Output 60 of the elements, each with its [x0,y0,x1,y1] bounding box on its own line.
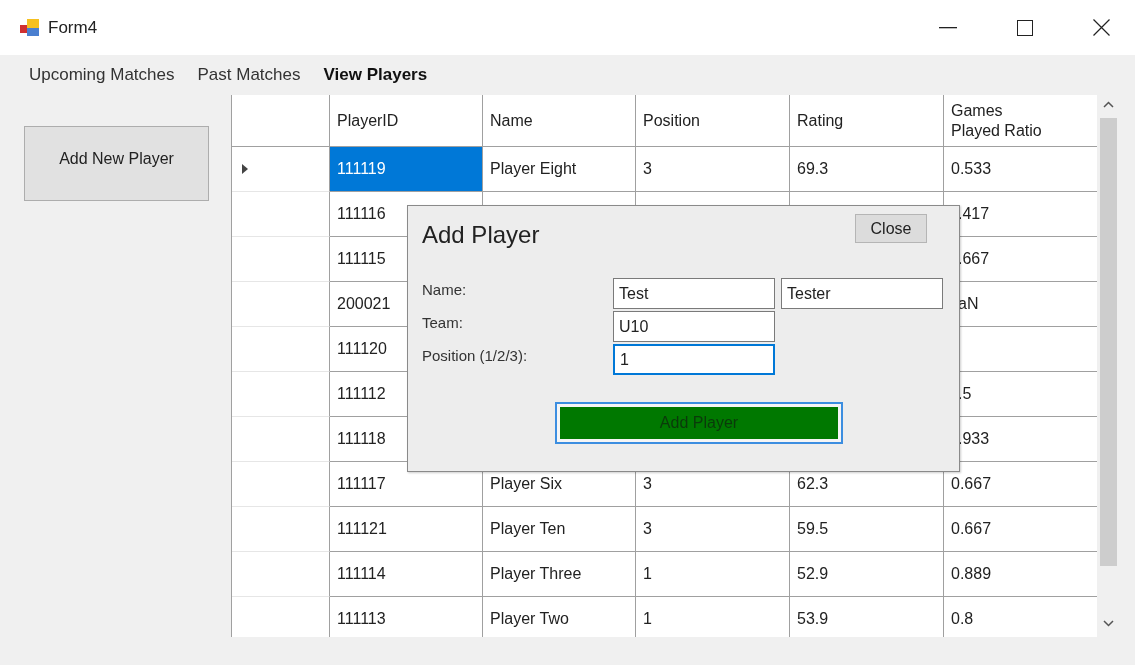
table-cell: 59.5 [797,520,829,538]
column-header[interactable]: Position [643,110,700,131]
table-cell: 3 [643,520,652,538]
row-header[interactable] [232,372,330,417]
input-field[interactable]: Test [613,278,775,309]
table-cell: Player Ten [490,520,566,538]
table-cell: .667 [958,250,990,268]
minimize-icon[interactable] [939,26,957,29]
table-cell: .5 [958,385,972,403]
table-cell: 3 [643,475,652,493]
table-cell: 52.9 [797,565,829,583]
row-header[interactable] [232,552,330,597]
row-header[interactable] [232,192,330,237]
table-cell: 1 [643,610,652,628]
table-cell: Player Six [490,475,563,493]
row-header[interactable] [232,327,330,372]
scroll-thumb[interactable] [1100,118,1117,566]
app-icon [20,18,40,37]
input-field[interactable]: Tester [781,278,943,309]
add-new-player-button[interactable]: Add New Player [24,126,209,201]
table-cell: Player Two [490,610,569,628]
column-header[interactable]: Games Played Ratio [951,101,1051,140]
row-header[interactable] [232,237,330,282]
table-cell: 0.667 [951,520,992,538]
row-header[interactable] [232,282,330,327]
menu-item[interactable]: Upcoming Matches [22,61,182,89]
row-header[interactable] [232,417,330,462]
close-button[interactable]: Close [855,214,927,243]
table-cell: 62.3 [797,475,829,493]
table-cell: 3 [643,160,652,178]
menu-item[interactable]: Past Matches [190,61,308,89]
table-cell: 111121 [330,507,483,552]
scroll-down-icon[interactable] [1103,620,1114,627]
table-cell: 1 [643,565,652,583]
input-field[interactable]: U10 [613,311,775,342]
table-cell: Player Three [490,565,582,583]
column-header[interactable]: PlayerID [337,110,399,131]
column-header[interactable]: Rating [797,110,844,131]
table-cell: .417 [958,205,990,223]
row-header[interactable] [232,462,330,507]
menu-item[interactable]: View Players [316,61,435,89]
table-cell: 111114 [330,552,483,597]
table-cell: 0.8 [951,610,974,628]
table-cell: 0.533 [951,160,992,178]
table-cell: 0.889 [951,565,992,583]
row-header[interactable] [232,507,330,552]
table-cell: .933 [958,430,990,448]
window-title: Form4 [48,17,98,38]
column-header[interactable]: Name [490,110,533,131]
table-cell: Player Eight [490,160,577,178]
table-cell: 53.9 [797,610,829,628]
table-cell: 69.3 [797,160,829,178]
maximize-icon[interactable] [1017,19,1033,36]
table-cell: 111119 [330,147,483,192]
field-label: Name: [422,280,468,298]
table-cell: 0.667 [951,475,992,493]
close-icon[interactable] [1093,19,1110,36]
scroll-up-icon[interactable] [1103,101,1114,108]
input-field[interactable]: 1 [613,344,775,375]
table-cell: 111113 [330,597,483,637]
